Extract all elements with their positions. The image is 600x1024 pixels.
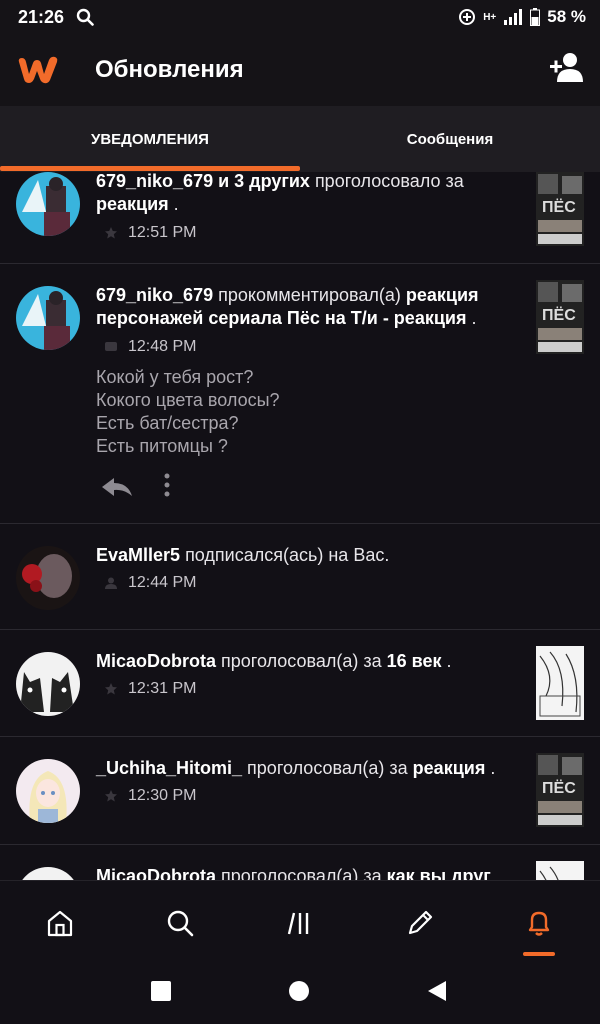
avatar[interactable] — [16, 759, 80, 823]
notification-item[interactable]: EvaMller5 подписался(ась) на Вас. 12:44 … — [0, 524, 600, 630]
page-title: Обновления — [95, 56, 244, 83]
bottom-navigation — [0, 880, 600, 961]
app-header: Обновления — [0, 34, 600, 106]
notification-time: 12:44 PM — [128, 574, 197, 591]
avatar[interactable] — [16, 867, 80, 880]
notification-item[interactable]: 679_niko_679 и 3 других проголосовало за… — [0, 172, 600, 264]
write-icon — [408, 910, 433, 935]
status-time: 21:26 — [18, 6, 65, 27]
story-cover[interactable]: ПЁС — [536, 753, 584, 827]
tab-messages[interactable]: Сообщения — [300, 106, 600, 172]
notification-user[interactable]: _Uchiha_Hitomi_ — [96, 758, 242, 778]
notification-target[interactable]: реакция — [413, 758, 486, 778]
notification-item[interactable]: MicaoDobrota проголосовал(а) за как вы д… — [0, 845, 600, 880]
comment-line: Есть питомцы ? — [96, 436, 228, 456]
avatar[interactable] — [16, 546, 80, 610]
comment-text: Кокой у тебя рост? Кокого цвета волосы? … — [96, 366, 280, 458]
back-button[interactable] — [426, 980, 448, 1002]
nav-write[interactable] — [400, 903, 440, 943]
notification-item[interactable]: 679_niko_679 прокомментировал(а) реакция… — [0, 264, 600, 524]
svg-text:ПЁС: ПЁС — [542, 198, 576, 216]
active-tab-indicator — [0, 166, 300, 171]
story-cover[interactable]: ПЁС — [536, 172, 584, 246]
network-type: H+ — [483, 11, 497, 23]
nav-notifications[interactable] — [519, 903, 559, 943]
search-icon — [76, 8, 94, 26]
notification-item[interactable]: MicaoDobrota проголосовал(а) за 16 век .… — [0, 630, 600, 737]
recent-apps-button[interactable] — [150, 980, 172, 1002]
home-button[interactable] — [288, 980, 310, 1002]
notification-suffix: . — [441, 651, 452, 671]
notification-action: подписался(ась) на Вас. — [180, 545, 390, 565]
notification-action: проголосовало за — [309, 172, 464, 191]
tab-bar: УВЕДОМЛЕНИЯ Сообщения — [0, 106, 600, 172]
nav-active-indicator — [523, 952, 555, 956]
notification-action: проголосовал(а) за — [242, 758, 413, 778]
notifications-icon — [528, 911, 550, 936]
notification-user[interactable]: EvaMller5 — [96, 545, 180, 565]
tab-notifications[interactable]: УВЕДОМЛЕНИЯ — [0, 106, 300, 172]
avatar[interactable] — [16, 172, 80, 236]
notification-time: 12:51 PM — [128, 224, 197, 241]
status-bar: 21:26 H+ 58 % — [0, 0, 600, 34]
comment-line: Кокой у тебя рост? — [96, 367, 254, 387]
notification-action: проголосовал(а) за — [216, 866, 387, 880]
svg-text:ПЁС: ПЁС — [542, 306, 576, 324]
notification-time: 12:30 PM — [128, 787, 197, 804]
notification-suffix: . — [168, 194, 179, 214]
star-icon — [105, 790, 117, 802]
nav-library[interactable] — [280, 903, 320, 943]
follow-icon — [105, 577, 117, 589]
notification-user[interactable]: 679_niko_679 и 3 других — [96, 172, 310, 191]
home-icon — [47, 910, 73, 937]
star-icon — [105, 683, 117, 695]
more-options-icon[interactable] — [162, 472, 172, 498]
nav-home[interactable] — [40, 903, 80, 943]
notification-suffix: . — [466, 308, 477, 328]
notification-action: прокомментировал(а) — [213, 285, 406, 305]
notification-action: проголосовал(а) за — [216, 651, 387, 671]
comment-line: Кокого цвета волосы? — [96, 390, 280, 410]
comment-line: Есть бат/сестра? — [96, 413, 239, 433]
library-icon — [287, 912, 309, 935]
story-cover[interactable] — [536, 861, 584, 880]
notification-feed[interactable]: 679_niko_679 и 3 других проголосовало за… — [0, 172, 600, 880]
battery-icon — [530, 8, 541, 26]
notification-suffix: . — [485, 758, 496, 778]
notification-user[interactable]: MicaoDobrota — [96, 866, 216, 880]
data-saver-icon — [459, 9, 476, 25]
system-navigation-bar — [0, 960, 600, 1024]
svg-text:ПЁС: ПЁС — [542, 779, 576, 797]
avatar[interactable] — [16, 652, 80, 716]
star-icon — [105, 227, 117, 239]
notification-time: 12:48 PM — [128, 338, 197, 355]
nav-search[interactable] — [160, 903, 200, 943]
add-friend-icon[interactable] — [548, 52, 584, 82]
avatar[interactable] — [16, 286, 80, 350]
story-cover[interactable] — [536, 646, 584, 720]
comment-icon — [105, 342, 117, 351]
notification-time: 12:31 PM — [128, 680, 197, 697]
notification-target[interactable]: реакция — [96, 194, 169, 214]
wattpad-logo — [18, 56, 58, 84]
story-cover[interactable]: ПЁС — [536, 280, 584, 354]
notification-user[interactable]: 679_niko_679 — [96, 285, 213, 305]
search-icon — [167, 910, 194, 937]
notification-item[interactable]: _Uchiha_Hitomi_ проголосовал(а) за реакц… — [0, 737, 600, 845]
notification-target[interactable]: как вы друг — [387, 866, 491, 880]
notification-user[interactable]: MicaoDobrota — [96, 651, 216, 671]
battery-level: 58 % — [547, 7, 586, 26]
reply-icon[interactable] — [100, 476, 134, 498]
signal-icon — [504, 9, 523, 25]
notification-target[interactable]: 16 век — [387, 651, 442, 671]
